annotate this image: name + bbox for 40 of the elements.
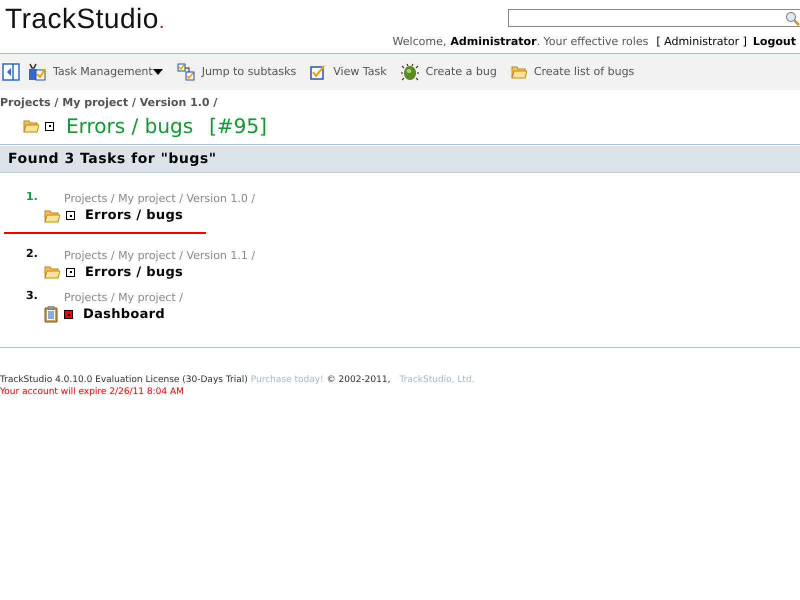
toolbar-button[interactable]: View Task <box>310 64 387 80</box>
result-title[interactable]: Dashboard <box>83 305 165 324</box>
status-square <box>45 122 54 130</box>
toolbar-button[interactable]: Create list of bugs <box>510 64 634 80</box>
result-path[interactable]: Projects / My project / Version 1.0 / <box>64 192 256 206</box>
task-number: [#95] <box>209 113 267 140</box>
checkbox-icon <box>310 64 326 80</box>
folder-icon <box>44 208 60 223</box>
clipboard-icon <box>44 306 58 324</box>
bug-icon <box>400 63 419 81</box>
copyright-text: © 2002-2011, <box>326 374 390 386</box>
wrench-checkbox-icon <box>28 63 46 81</box>
logout-link[interactable]: Logout <box>752 34 796 50</box>
search-icon[interactable] <box>785 10 800 26</box>
breadcrumb[interactable]: Projects / My project / Version 1.0 / <box>0 96 800 110</box>
toolbar-button[interactable]: Create a bug <box>400 63 497 81</box>
folder-icon <box>44 265 60 280</box>
collapse-panel-icon[interactable] <box>2 63 20 81</box>
roles-text: [ Administrator ] <box>656 34 747 50</box>
result-title[interactable]: Errors / bugs <box>85 262 184 282</box>
result-number: 1. <box>26 189 39 205</box>
welcome-text: Welcome, <box>392 34 446 50</box>
result-path[interactable]: Projects / My project / <box>64 291 183 305</box>
result-number: 3. <box>26 288 39 304</box>
subtask-checkboxes-icon <box>176 63 195 81</box>
result-path[interactable]: Projects / My project / Version 1.1 / <box>64 248 256 262</box>
results-heading: Found 3 Tasks for "bugs" <box>8 150 217 168</box>
toolbar-button[interactable]: Jump to subtasks <box>176 63 296 81</box>
task-title: Errors / bugs <box>66 113 194 140</box>
user-name: Administrator <box>450 34 536 50</box>
result-title[interactable]: Errors / bugs <box>85 206 184 226</box>
folder-icon <box>23 119 39 133</box>
expiry-notice: Your account will expire 2/26/11 8:04 AM <box>0 386 185 398</box>
search-field[interactable] <box>508 9 800 27</box>
folder-icon <box>510 65 527 79</box>
logo: TrackStudio. <box>5 2 165 36</box>
license-text: TrackStudio 4.0.10.0 Evaluation License (30-Days Trial) <box>0 374 248 386</box>
result-number: 2. <box>26 246 39 262</box>
toolbar-button[interactable]: Task Management <box>28 63 163 81</box>
roles-label: . Your effective roles <box>536 34 648 50</box>
